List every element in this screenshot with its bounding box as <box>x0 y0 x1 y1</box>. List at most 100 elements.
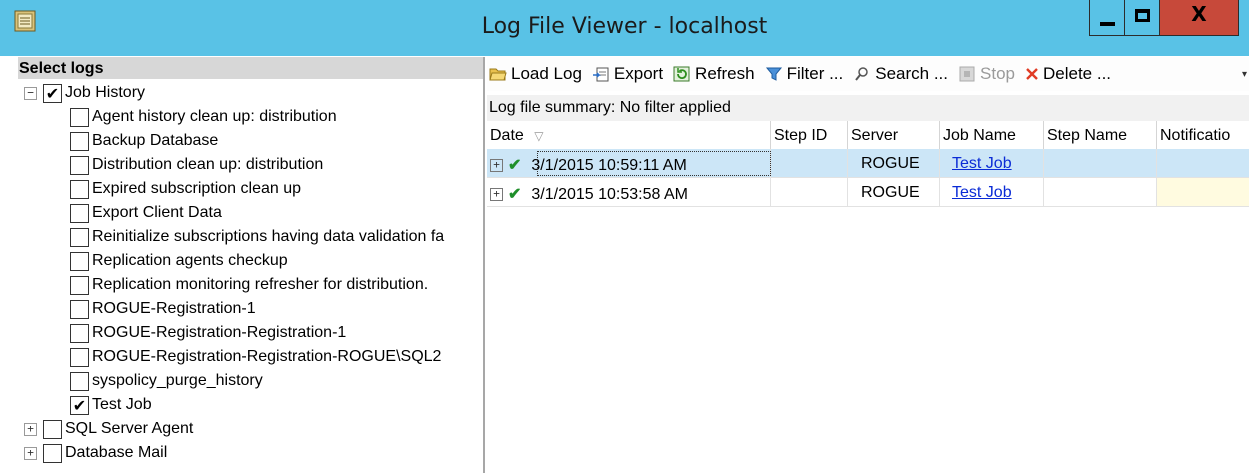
refresh-icon <box>673 66 690 82</box>
tree-item-label: Expired subscription clean up <box>92 180 302 197</box>
job-checkbox[interactable] <box>70 107 89 127</box>
job-checkbox[interactable] <box>70 347 89 367</box>
job-checkbox[interactable] <box>70 323 89 343</box>
stop-label: Stop <box>980 64 1015 83</box>
tree-item-label: ROGUE-Registration-1 <box>92 300 256 317</box>
column-header-job-name[interactable]: Job Name <box>940 121 1044 149</box>
cell-server: ROGUE <box>848 149 940 178</box>
collapse-icon[interactable]: − <box>24 86 37 100</box>
tree-item-label: Replication agents checkup <box>92 252 288 269</box>
tree-item-label: ROGUE-Registration-Registration-ROGUE\SQ… <box>92 348 442 365</box>
column-header-notification[interactable]: Notificatio <box>1157 121 1249 149</box>
search-button[interactable]: Search ... <box>853 64 948 84</box>
success-check-icon: ✔ <box>508 157 522 174</box>
column-header-server[interactable]: Server <box>848 121 940 149</box>
log-summary: Log file summary: No filter applied <box>487 95 1249 121</box>
tree-item-label: Test Job <box>92 396 152 413</box>
minimize-icon <box>1100 22 1115 26</box>
delete-icon <box>1026 68 1038 80</box>
maximize-button[interactable] <box>1124 0 1160 36</box>
expand-icon[interactable]: + <box>490 159 503 173</box>
job-name-link[interactable]: Test Job <box>952 184 1012 201</box>
tree-item-job[interactable]: Replication monitoring refresher for dis… <box>70 273 428 297</box>
filter-button[interactable]: Filter ... <box>765 64 843 84</box>
checkbox-database-mail[interactable] <box>43 443 62 463</box>
tree-item-job[interactable]: Backup Database <box>70 129 218 153</box>
column-header-date[interactable]: Date ▽ <box>487 121 771 149</box>
tree-item-job[interactable]: Distribution clean up: distribution <box>70 153 323 177</box>
minimize-button[interactable] <box>1089 0 1125 36</box>
expand-icon[interactable]: + <box>24 446 37 460</box>
job-checkbox[interactable] <box>70 203 89 223</box>
tree-item-job[interactable]: Expired subscription clean up <box>70 177 301 201</box>
refresh-label: Refresh <box>695 64 755 83</box>
cell-step-name <box>1044 149 1157 178</box>
column-header-step-name[interactable]: Step Name <box>1044 121 1157 149</box>
tree-item-label: Job History <box>65 84 146 101</box>
checkbox-job-history[interactable]: ✔ <box>43 83 62 103</box>
job-checkbox[interactable] <box>70 131 89 151</box>
tree-item-job[interactable]: ROGUE-Registration-1 <box>70 297 256 321</box>
cell-notification <box>1157 149 1249 178</box>
job-checkbox[interactable] <box>70 299 89 319</box>
stop-icon <box>959 66 975 82</box>
expand-icon[interactable]: + <box>490 188 503 202</box>
column-header-label: Date <box>490 127 524 144</box>
tree-item-job[interactable]: ROGUE-Registration-Registration-1 <box>70 321 346 345</box>
export-icon <box>592 67 609 82</box>
filter-icon <box>765 67 782 81</box>
stop-button[interactable]: Stop <box>958 64 1015 84</box>
cell-notification <box>1157 178 1249 207</box>
tree-item-label: ROGUE-Registration-Registration-1 <box>92 324 347 341</box>
tree-item-database-mail[interactable]: + Database Mail <box>24 441 167 465</box>
toolbar-overflow-icon[interactable]: ▾ <box>1242 69 1247 80</box>
toolbar: Load Log Export Refresh Filter ... Searc… <box>487 57 1249 91</box>
close-icon: X <box>1191 2 1207 26</box>
tree-item-job[interactable]: Export Client Data <box>70 201 222 225</box>
job-checkbox[interactable] <box>70 371 89 391</box>
job-checkbox[interactable] <box>70 251 89 271</box>
tree-item-label: Backup Database <box>92 132 219 149</box>
job-checkbox[interactable] <box>70 155 89 175</box>
select-logs-pane: Select logs − ✔ Job History Agent histor… <box>18 57 485 473</box>
refresh-button[interactable]: Refresh <box>673 64 755 84</box>
cell-job-name: Test Job <box>940 149 1044 178</box>
tree-item-job[interactable]: syspolicy_purge_history <box>70 369 263 393</box>
job-checkbox[interactable] <box>70 179 89 199</box>
sort-icon: ▽ <box>534 129 544 143</box>
export-label: Export <box>613 64 664 83</box>
job-checkbox[interactable] <box>70 227 89 247</box>
window-title: Log File Viewer - localhost <box>481 14 768 39</box>
cell-job-name: Test Job <box>940 178 1044 207</box>
tree-item-job[interactable]: ✔ Test Job <box>70 393 152 417</box>
tree-item-job[interactable]: Replication agents checkup <box>70 249 288 273</box>
delete-label: Delete ... <box>1043 64 1112 83</box>
column-header-step-id[interactable]: Step ID <box>771 121 848 149</box>
close-button[interactable]: X <box>1159 0 1239 36</box>
log-viewer-pane: Load Log Export Refresh Filter ... Searc… <box>487 57 1249 473</box>
job-name-link[interactable]: Test Job <box>952 155 1012 172</box>
search-icon <box>855 67 868 81</box>
tree-item-label: Export Client Data <box>92 204 222 221</box>
cell-date: + ✔ 3/1/2015 10:53:58 AM <box>487 178 771 207</box>
tree-item-label: SQL Server Agent <box>65 420 194 437</box>
title-bar: Log File Viewer - localhost X <box>0 0 1249 56</box>
tree-item-sql-server-agent[interactable]: + SQL Server Agent <box>24 417 193 441</box>
folder-open-icon <box>489 68 507 81</box>
delete-button[interactable]: Delete ... <box>1025 64 1111 84</box>
tree-item-job[interactable]: Reinitialize subscriptions having data v… <box>70 225 444 249</box>
tree-item-job-history[interactable]: − ✔ Job History <box>24 81 145 105</box>
load-log-button[interactable]: Load Log <box>489 64 582 84</box>
tree-item-label: Agent history clean up: distribution <box>92 108 337 125</box>
tree-item-label: Database Mail <box>65 444 168 461</box>
tree-item-job[interactable]: ROGUE-Registration-Registration-ROGUE\SQ… <box>70 345 441 369</box>
export-button[interactable]: Export <box>592 64 663 84</box>
tree-item-label: Distribution clean up: distribution <box>92 156 324 173</box>
job-checkbox[interactable]: ✔ <box>70 395 89 415</box>
date-value: 3/1/2015 10:53:58 AM <box>531 186 688 203</box>
job-checkbox[interactable] <box>70 275 89 295</box>
select-logs-header: Select logs <box>18 57 483 79</box>
expand-icon[interactable]: + <box>24 422 37 436</box>
checkbox-sql-server-agent[interactable] <box>43 419 62 439</box>
tree-item-job[interactable]: Agent history clean up: distribution <box>70 105 337 129</box>
